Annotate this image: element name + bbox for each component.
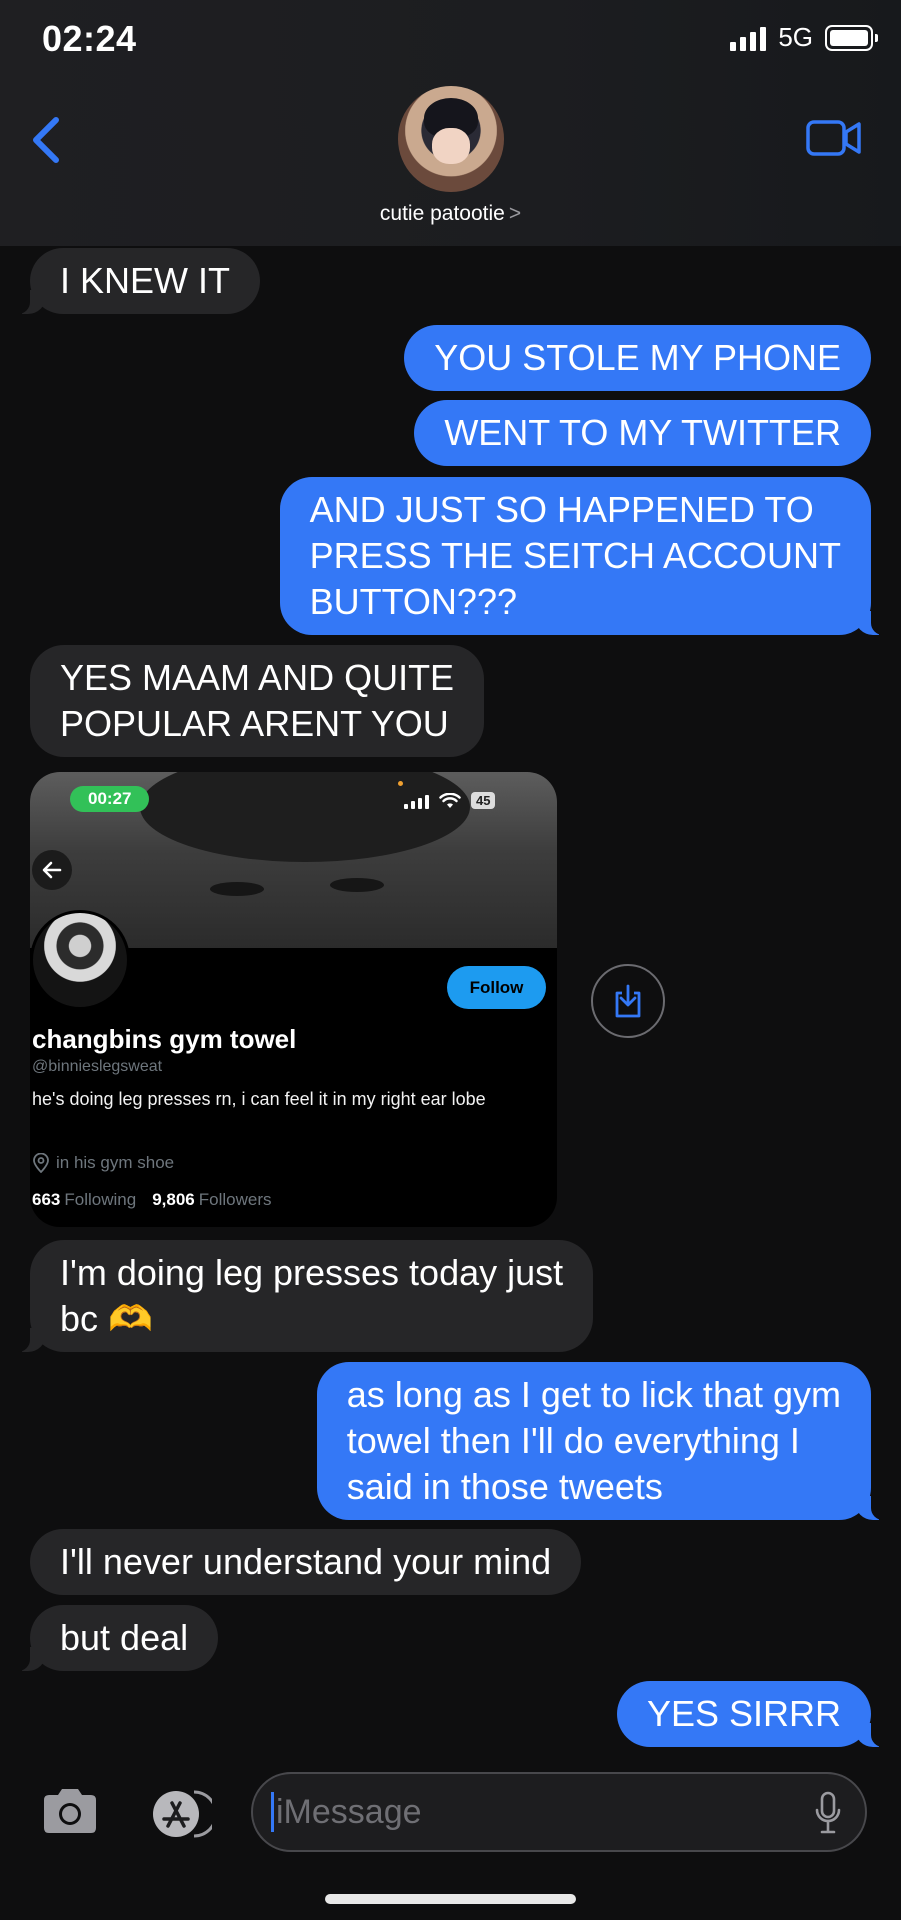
location-text: in his gym shoe — [56, 1153, 175, 1172]
text-cursor — [271, 1792, 274, 1832]
screenshot-status-time: 00:27 — [70, 786, 150, 812]
following-stat: 663 Following — [32, 1190, 137, 1209]
conversation-header: 02:24 5G cutie patootie > — [0, 0, 901, 246]
chevron-right-icon: > — [508, 202, 522, 225]
message-outgoing[interactable]: AND JUST SO HAPPENED TO PRESS THE SEITCH… — [279, 477, 886, 635]
screenshot-status-icons: 45 — [404, 792, 496, 809]
network-type: 5G — [778, 22, 813, 52]
profile-stats: 663 Following 9,806 Followers — [32, 1190, 271, 1210]
message-incoming[interactable]: I KNEW IT — [16, 248, 260, 314]
privacy-indicator-dot — [398, 781, 403, 786]
profile-avatar — [30, 910, 130, 1010]
contact-name-row[interactable]: cutie patootie > — [0, 202, 901, 226]
profile-location: in his gym shoe — [32, 1153, 174, 1173]
battery-level: 45 — [471, 792, 496, 809]
profile-handle: @binnieslegsweat — [32, 1058, 163, 1075]
camera-icon[interactable] — [40, 1786, 100, 1836]
message-outgoing[interactable]: YOU STOLE MY PHONE — [404, 325, 871, 391]
profile-bio: he's doing leg presses rn, i can feel it… — [32, 1089, 486, 1109]
app-store-icon[interactable] — [146, 1789, 212, 1839]
image-attachment[interactable]: 00:27 45 Follow changbins gym towel @bin… — [30, 772, 557, 1227]
status-indicators: 5G — [730, 22, 878, 53]
profile-name: changbins gym towel — [32, 1024, 297, 1054]
contact-name: cutie patootie — [379, 202, 505, 225]
message-incoming[interactable]: but deal — [15, 1605, 219, 1671]
message-incoming[interactable]: I'm doing leg presses today just bc 🫶 — [15, 1240, 594, 1352]
cellular-signal-icon — [404, 795, 429, 809]
video-call-icon[interactable] — [806, 118, 862, 158]
status-time: 02:24 — [42, 18, 137, 59]
message-input[interactable]: iMessage — [251, 1772, 867, 1852]
follow-button: Follow — [447, 966, 546, 1009]
wifi-icon — [439, 793, 461, 808]
battery-icon — [825, 24, 878, 51]
cellular-signal-icon — [730, 25, 767, 51]
microphone-icon[interactable] — [813, 1790, 843, 1836]
message-outgoing[interactable]: YES SIRRR — [616, 1681, 886, 1747]
message-outgoing[interactable]: WENT TO MY TWITTER — [414, 400, 871, 466]
home-indicator[interactable] — [325, 1894, 576, 1904]
back-chevron-icon[interactable] — [28, 114, 68, 166]
contact-avatar[interactable] — [398, 86, 504, 192]
message-outgoing[interactable]: as long as I get to lick that gym towel … — [316, 1362, 886, 1520]
followers-stat: 9,806 Followers — [152, 1190, 272, 1209]
message-incoming[interactable]: YES MAAM AND QUITE POPULAR ARENT YOU — [30, 645, 485, 757]
arrow-left-icon — [32, 850, 72, 890]
download-icon — [615, 984, 641, 1018]
save-image-button[interactable] — [591, 964, 665, 1038]
message-placeholder: iMessage — [276, 1792, 422, 1831]
location-pin-icon — [33, 1153, 49, 1173]
message-incoming[interactable]: I'll never understand your mind — [30, 1529, 582, 1595]
